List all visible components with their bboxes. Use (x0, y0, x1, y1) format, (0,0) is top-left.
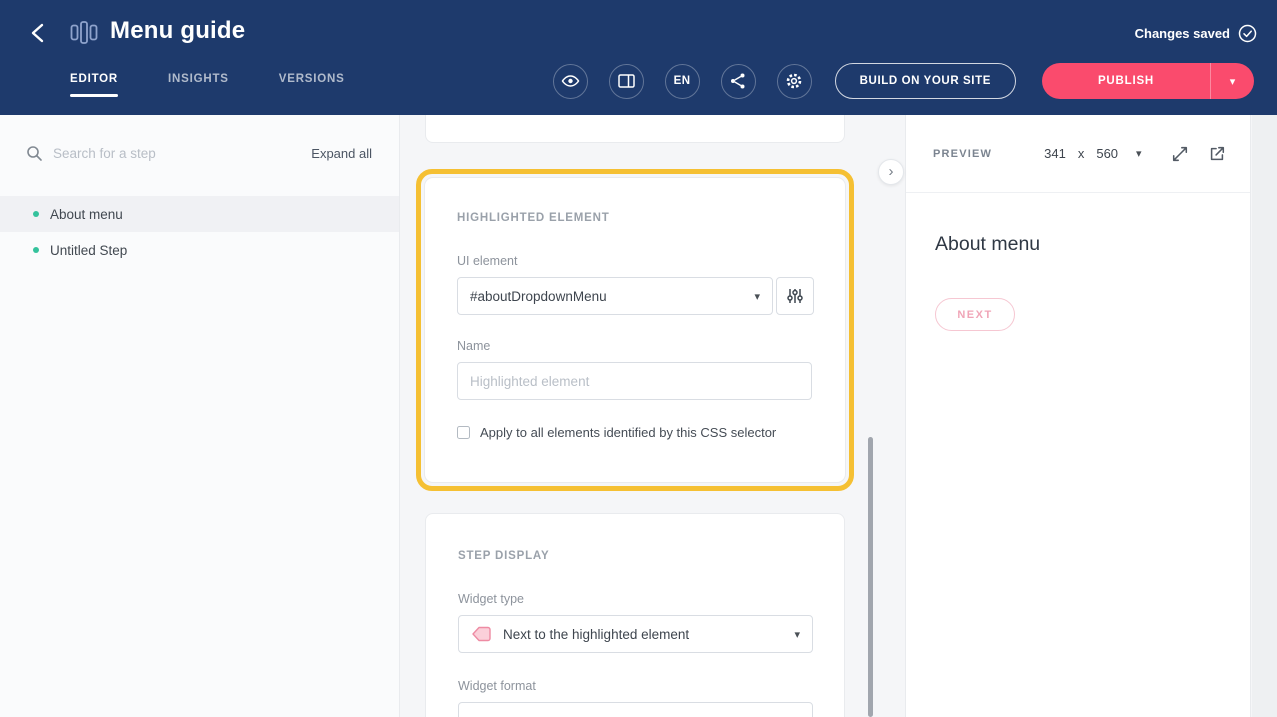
external-link-icon (1208, 145, 1226, 163)
vertical-scrollbar[interactable] (868, 437, 873, 717)
changes-saved-label: Changes saved (1135, 26, 1230, 41)
publish-split-button: PUBLISH ▾ (1042, 63, 1254, 99)
step-item-label: Untitled Step (50, 243, 127, 258)
app-logo-icon (70, 20, 98, 50)
preview-dimensions-select[interactable]: 341 x 560 ▾ (1044, 146, 1141, 161)
publish-dropdown-button[interactable]: ▾ (1210, 63, 1254, 99)
layout-button[interactable] (609, 64, 644, 99)
step-item-about-menu[interactable]: About menu (0, 196, 399, 232)
ui-element-row: #aboutDropdownMenu ▾ (457, 277, 814, 315)
settings-button[interactable] (777, 64, 812, 99)
tooltip-widget-icon (471, 626, 492, 642)
search-icon (26, 145, 43, 162)
apply-to-all-label: Apply to all elements identified by this… (480, 425, 776, 440)
chevron-down-icon: ▾ (1230, 76, 1236, 88)
share-icon (729, 72, 747, 90)
expand-all-link[interactable]: Expand all (311, 146, 372, 161)
step-search-input[interactable] (53, 146, 311, 161)
widget-format-select[interactable] (458, 702, 813, 717)
expand-icon (1171, 145, 1189, 163)
step-item-untitled-step[interactable]: Untitled Step (0, 232, 399, 268)
name-label: Name (457, 339, 814, 353)
element-settings-button[interactable] (776, 277, 814, 315)
preview-height-value: 560 (1096, 146, 1118, 161)
sliders-icon (786, 287, 804, 305)
check-circle-icon (1238, 24, 1257, 43)
tab-insights[interactable]: INSIGHTS (168, 73, 229, 97)
preview-next-button[interactable]: NEXT (935, 298, 1015, 331)
gear-icon (785, 72, 803, 90)
ui-element-select[interactable]: #aboutDropdownMenu ▾ (457, 277, 773, 315)
build-on-your-site-button[interactable]: BUILD ON YOUR SITE (835, 63, 1016, 99)
ui-element-label: UI element (457, 254, 814, 268)
section-title: HIGHLIGHTED ELEMENT (457, 212, 814, 224)
tab-editor[interactable]: EDITOR (70, 73, 118, 97)
preview-title: PREVIEW (933, 148, 992, 160)
collapse-preview-button[interactable]: › (878, 159, 904, 185)
widget-type-value: Next to the highlighted element (503, 627, 784, 642)
step-display-card: STEP DISPLAY Widget type Next to the hig… (425, 513, 845, 717)
preview-dims-separator: x (1078, 146, 1085, 161)
step-status-dot (33, 211, 39, 217)
eye-icon (561, 73, 580, 89)
top-bar: Menu guide Changes saved EDITOR INSIGHTS… (0, 0, 1277, 115)
layout-icon (617, 72, 636, 90)
back-button[interactable] (26, 21, 52, 47)
chevron-down-icon: ▾ (754, 290, 760, 303)
topbar-tabs: EDITOR INSIGHTS VERSIONS (70, 73, 345, 97)
highlighted-element-name-input[interactable] (457, 362, 812, 400)
publish-button[interactable]: PUBLISH (1042, 63, 1210, 99)
widget-type-label: Widget type (458, 592, 812, 606)
step-search-row: Expand all (26, 133, 372, 173)
language-button[interactable]: EN (665, 64, 700, 99)
widget-format-label: Widget format (458, 679, 812, 693)
step-item-label: About menu (50, 207, 123, 222)
widget-type-select[interactable]: Next to the highlighted element ▾ (458, 615, 813, 653)
preview-header: PREVIEW 341 x 560 ▾ (906, 115, 1250, 193)
topbar-actions: EN BUILD ON YOUR SITE PUBLISH ▾ (553, 63, 1254, 99)
preview-eye-button[interactable] (553, 64, 588, 99)
chevron-down-icon: ▾ (1136, 147, 1142, 160)
right-gutter (1252, 115, 1277, 717)
highlighted-element-ring: HIGHLIGHTED ELEMENT UI element #aboutDro… (416, 169, 854, 491)
guide-title: Menu guide (110, 17, 245, 45)
share-button[interactable] (721, 64, 756, 99)
changes-saved-status: Changes saved (1135, 24, 1257, 43)
tab-versions[interactable]: VERSIONS (279, 73, 345, 97)
step-settings-panel: HIGHLIGHTED ELEMENT UI element #aboutDro… (401, 115, 905, 717)
highlighted-element-card: HIGHLIGHTED ELEMENT UI element #aboutDro… (424, 177, 846, 483)
chevron-down-icon: ▾ (794, 628, 800, 641)
steps-list: About menu Untitled Step (0, 196, 399, 268)
preview-step-title: About menu (935, 233, 1250, 256)
language-label: EN (674, 75, 691, 87)
section-title: STEP DISPLAY (458, 550, 812, 562)
steps-sidebar: Expand all About menu Untitled Step (0, 115, 400, 717)
preview-width-value: 341 (1044, 146, 1066, 161)
app-root: Menu guide Changes saved EDITOR INSIGHTS… (0, 0, 1277, 717)
chevron-left-icon (27, 21, 51, 45)
preview-panel: PREVIEW 341 x 560 ▾ About menu NEXT (905, 115, 1251, 717)
apply-to-all-row[interactable]: Apply to all elements identified by this… (457, 425, 814, 440)
open-in-new-tab-button[interactable] (1208, 145, 1226, 163)
previous-settings-card (425, 115, 845, 143)
ui-element-value: #aboutDropdownMenu (470, 289, 744, 304)
preview-header-actions (1171, 145, 1226, 163)
apply-to-all-checkbox[interactable] (457, 426, 470, 439)
step-status-dot (33, 247, 39, 253)
preview-body: About menu NEXT (906, 193, 1250, 331)
fullscreen-preview-button[interactable] (1171, 145, 1189, 163)
